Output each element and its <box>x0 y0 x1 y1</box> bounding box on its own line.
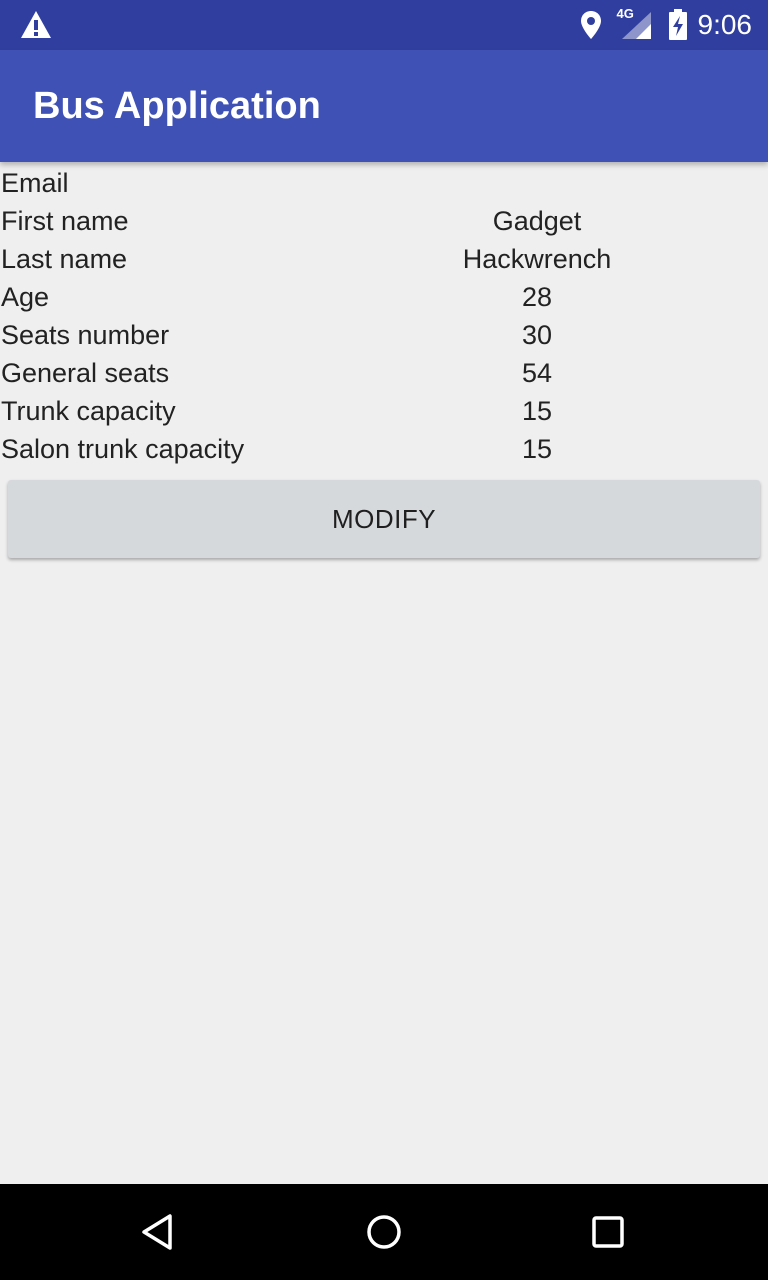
field-row-first-name: First name Gadget <box>0 202 768 240</box>
field-row-seats-number: Seats number 30 <box>0 316 768 354</box>
field-row-last-name: Last name Hackwrench <box>0 240 768 278</box>
field-row-email: Email <box>0 164 768 202</box>
navigation-bar <box>0 1184 768 1280</box>
last-name-value: Hackwrench <box>462 244 612 274</box>
modify-button[interactable]: MODIFY <box>8 480 760 558</box>
salon-trunk-capacity-value: 15 <box>521 434 553 464</box>
profile-fields: Email First name Gadget Last name Hackwr… <box>0 164 768 468</box>
trunk-capacity-label: Trunk capacity <box>1 396 176 426</box>
age-value: 28 <box>521 282 553 312</box>
status-bar: 4G 9:06 <box>0 0 768 50</box>
first-name-value: Gadget <box>492 206 582 236</box>
recent-apps-icon[interactable] <box>584 1208 632 1256</box>
trunk-capacity-value: 15 <box>521 396 553 426</box>
back-icon[interactable] <box>136 1208 184 1256</box>
app-bar: Bus Application <box>0 50 768 162</box>
field-row-general-seats: General seats 54 <box>0 354 768 392</box>
home-icon[interactable] <box>360 1208 408 1256</box>
email-label: Email <box>1 168 69 198</box>
seats-number-value: 30 <box>521 320 553 350</box>
age-label: Age <box>1 282 50 312</box>
first-name-label: First name <box>1 206 129 236</box>
seats-number-label: Seats number <box>1 320 170 350</box>
warning-icon <box>20 10 52 40</box>
network-type-label: 4G <box>616 6 634 21</box>
status-icons: 4G 9:06 <box>580 0 753 50</box>
last-name-label: Last name <box>1 244 128 274</box>
battery-charging-icon <box>668 9 688 41</box>
app-title: Bus Application <box>33 85 321 127</box>
field-row-trunk-capacity: Trunk capacity 15 <box>0 392 768 430</box>
general-seats-label: General seats <box>1 358 170 388</box>
general-seats-value: 54 <box>521 358 553 388</box>
field-row-salon-trunk-capacity: Salon trunk capacity 15 <box>0 430 768 468</box>
status-time: 9:06 <box>697 9 753 40</box>
field-row-age: Age 28 <box>0 278 768 316</box>
location-icon <box>580 10 602 40</box>
salon-trunk-capacity-label: Salon trunk capacity <box>1 434 245 464</box>
signal-icon: 4G <box>616 6 652 40</box>
